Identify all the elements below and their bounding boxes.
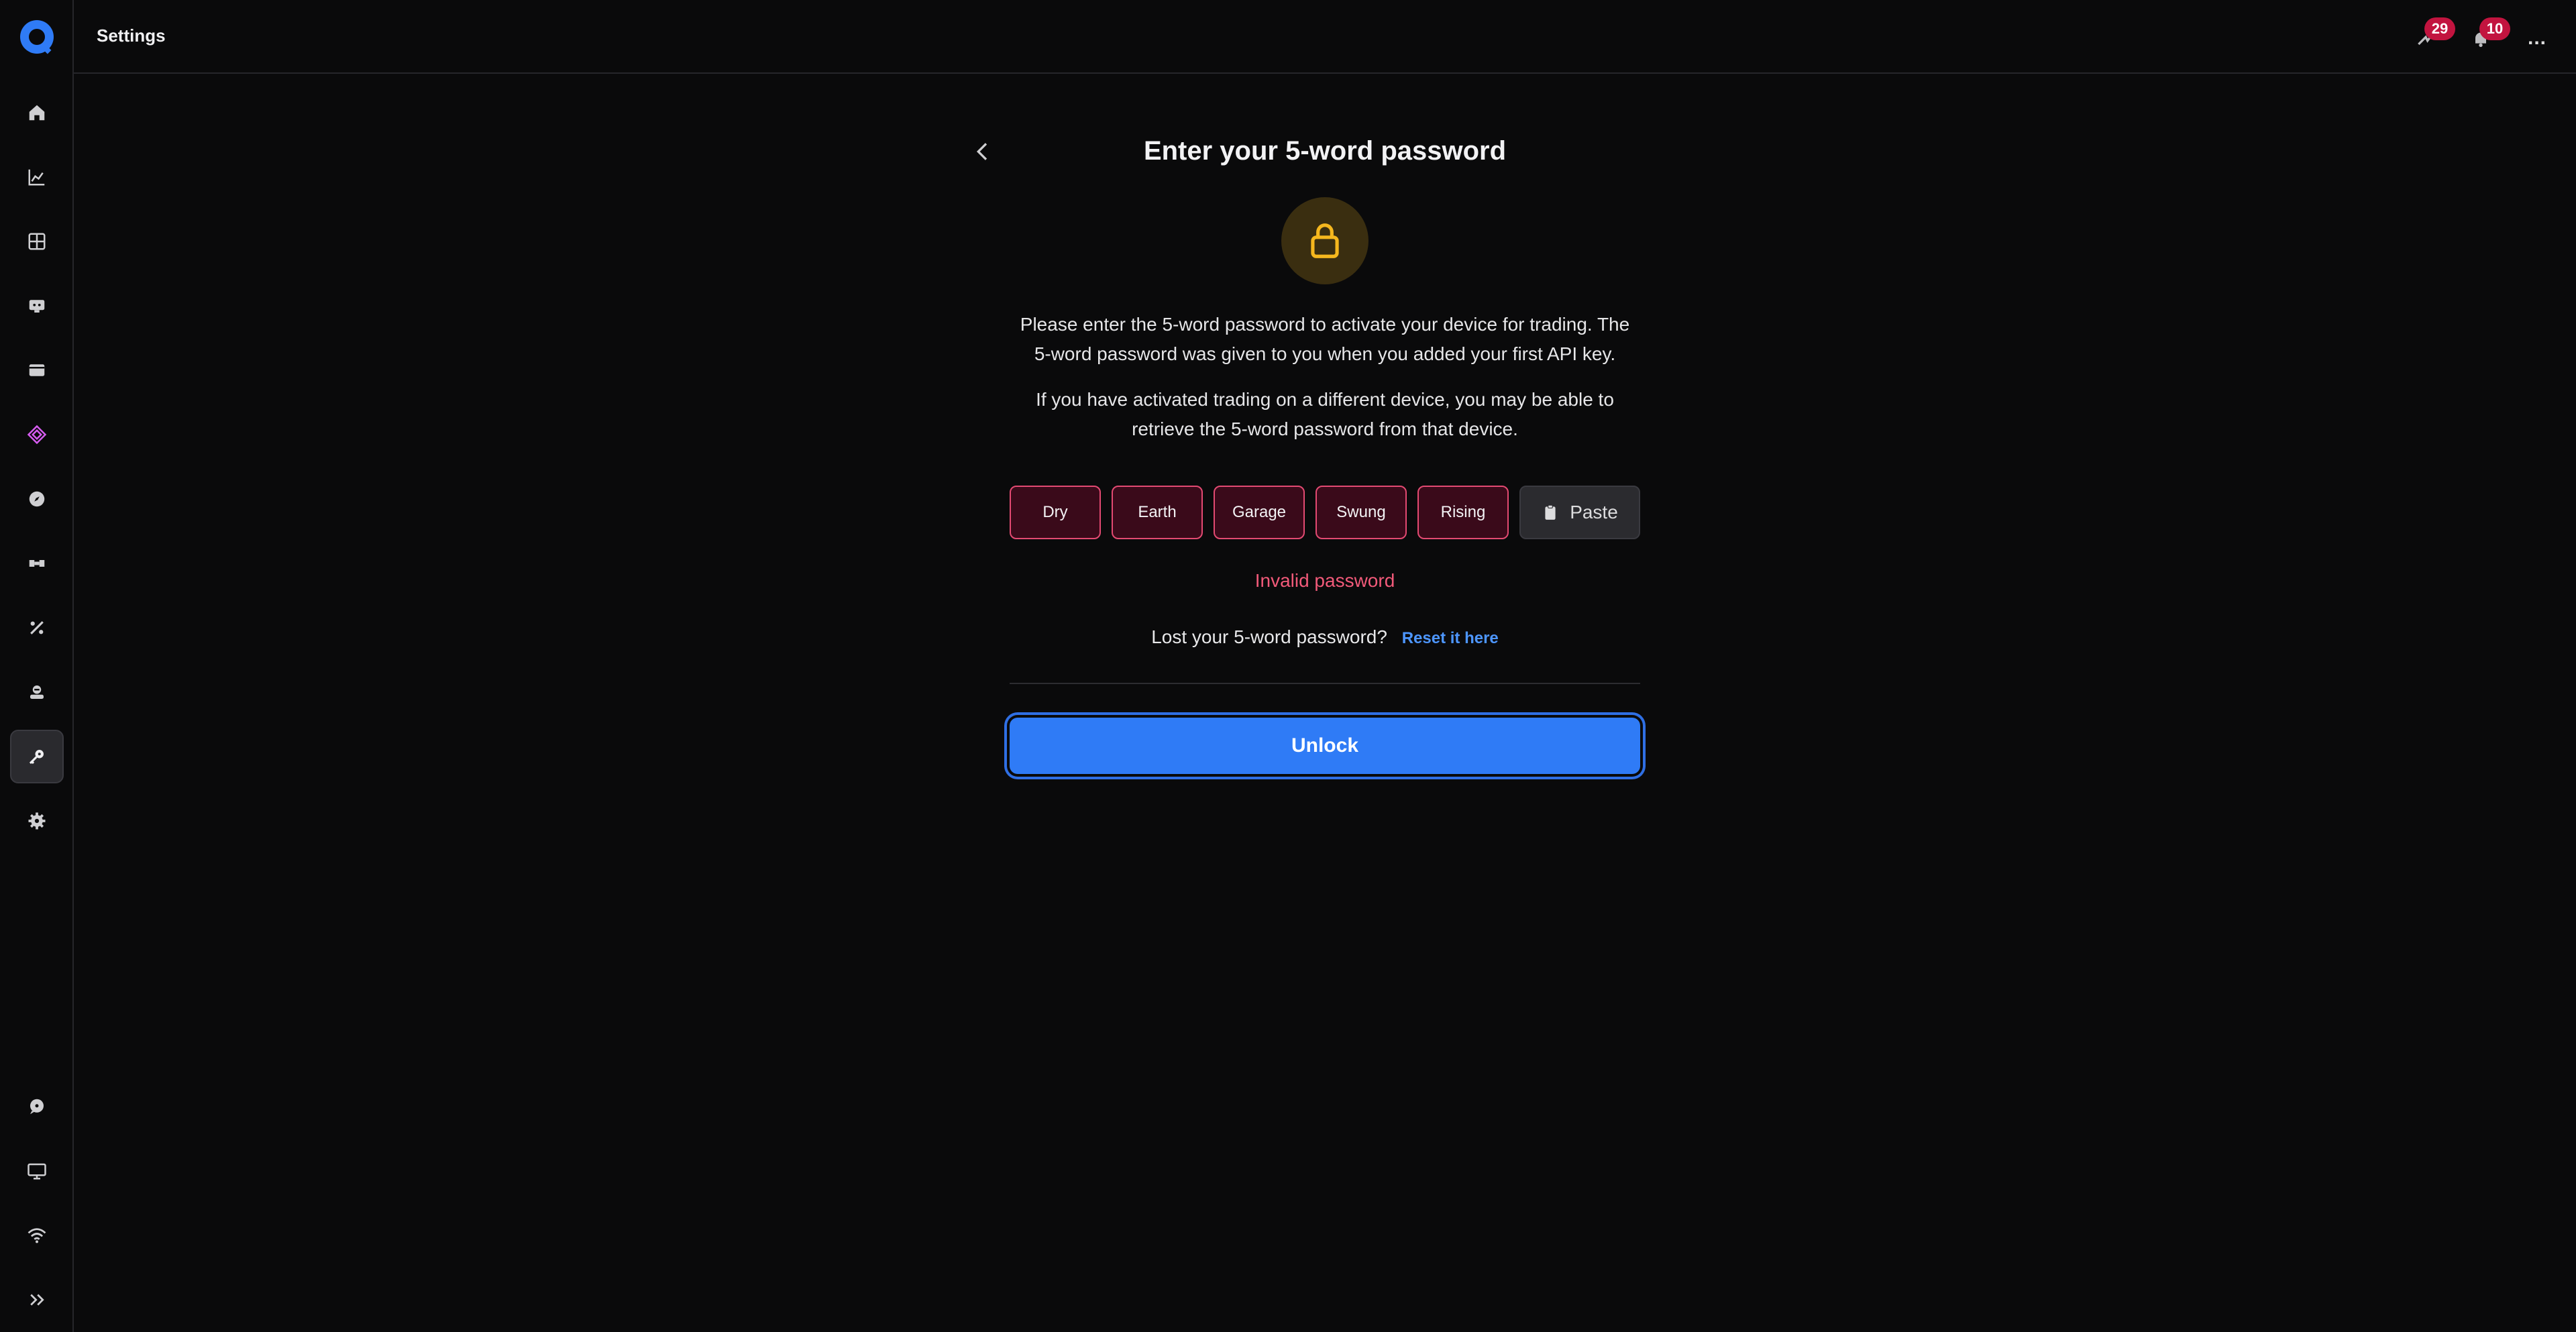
wifi-icon <box>28 1228 46 1243</box>
app-logo[interactable] <box>20 20 54 54</box>
password-word-3[interactable]: Garage <box>1214 486 1305 539</box>
sidebar-item-desktop[interactable] <box>10 1144 64 1198</box>
top-header: Settings 29 10 ... <box>74 0 2576 74</box>
sidebar-item-premium[interactable] <box>10 408 64 461</box>
chat-icon <box>30 1099 44 1115</box>
description-secondary: If you have activated trading on a diffe… <box>1036 389 1614 439</box>
password-word-1[interactable]: Dry <box>1010 486 1101 539</box>
panel-title: Enter your 5-word password <box>1143 136 1507 166</box>
sidebar-item-home[interactable] <box>10 86 64 140</box>
gear-icon <box>28 812 46 830</box>
lock-badge <box>1281 197 1368 284</box>
divider <box>1010 683 1640 684</box>
password-word-2[interactable]: Earth <box>1112 486 1203 539</box>
sidebar-item-dashboard[interactable] <box>10 215 64 268</box>
lock-icon <box>1311 223 1339 258</box>
wallet-icon <box>29 364 45 376</box>
monitor-icon <box>28 1163 46 1180</box>
sidebar-item-wallet[interactable] <box>10 343 64 397</box>
password-panel: Enter your 5-word password Please enter … <box>976 127 1640 774</box>
sidebar-item-account[interactable] <box>10 665 64 719</box>
sidebar-item-api-keys[interactable] <box>10 730 64 783</box>
sidebar-item-connection[interactable] <box>10 1209 64 1262</box>
password-word-inputs: Dry Earth Garage Swung Rising Paste <box>1010 486 1640 539</box>
paste-label: Paste <box>1570 502 1618 522</box>
paste-button[interactable]: Paste <box>1519 486 1640 539</box>
sidebar-item-integrations[interactable] <box>10 537 64 590</box>
error-message: Invalid password <box>1254 570 1395 591</box>
sidebar-item-bots[interactable] <box>10 279 64 333</box>
sidebar <box>0 0 74 1332</box>
double-chevron-right-icon <box>30 1294 44 1306</box>
home-icon <box>29 105 45 121</box>
alerts-button[interactable]: 29 <box>2415 17 2455 51</box>
percent-icon <box>30 621 44 634</box>
chart-icon <box>28 169 45 186</box>
key-icon <box>29 750 44 765</box>
lost-password-text: Lost your 5-word password? <box>1151 626 1387 647</box>
puzzle-icon <box>29 560 45 567</box>
alerts-count-badge: 29 <box>2424 17 2455 40</box>
bot-icon <box>29 300 45 313</box>
sidebar-item-explore[interactable] <box>10 472 64 526</box>
sidebar-item-settings[interactable] <box>10 794 64 848</box>
more-menu-button[interactable]: ... <box>2528 27 2546 50</box>
back-button[interactable] <box>969 138 996 165</box>
password-word-4[interactable]: Swung <box>1316 486 1407 539</box>
notifications-count-badge: 10 <box>2479 17 2510 40</box>
grid-icon <box>28 233 46 250</box>
chevron-left-icon <box>976 143 987 160</box>
lost-password-row: Lost your 5-word password? Reset it here <box>1010 626 1640 648</box>
password-word-5[interactable]: Rising <box>1417 486 1509 539</box>
description-primary: Please enter the 5-word password to acti… <box>1020 314 1630 364</box>
page-title: Settings <box>97 25 166 46</box>
compass-icon <box>29 491 45 507</box>
clipboard-icon <box>1545 504 1556 520</box>
unlock-button[interactable]: Unlock <box>1010 718 1640 774</box>
diamond-icon <box>27 425 47 445</box>
user-badge-icon <box>30 685 44 699</box>
app: Settings 29 10 ... Enter your 5-word pas… <box>0 0 2576 1332</box>
notifications-button[interactable]: 10 <box>2470 17 2510 51</box>
sidebar-expand-button[interactable] <box>10 1273 64 1327</box>
sidebar-item-charts[interactable] <box>10 150 64 204</box>
sidebar-item-fees[interactable] <box>10 601 64 655</box>
sidebar-item-chat[interactable] <box>10 1080 64 1133</box>
reset-password-link[interactable]: Reset it here <box>1402 629 1499 647</box>
